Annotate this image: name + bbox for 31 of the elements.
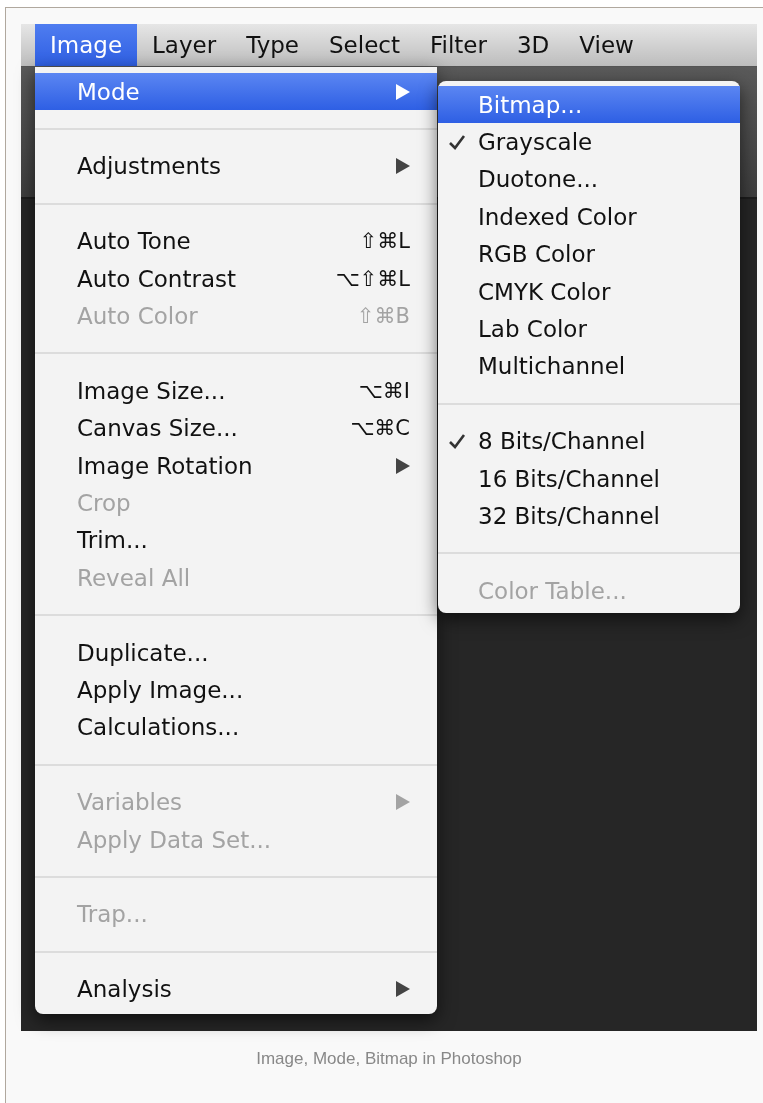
menu-item[interactable]: Indexed Color (438, 198, 740, 236)
menu-bar-item[interactable]: Select (314, 24, 415, 66)
menu-item[interactable]: Image Size... ⌥⌘I (35, 372, 437, 410)
menu-bar-item[interactable]: View (564, 24, 649, 66)
menu-item[interactable]: Duplicate... (35, 633, 437, 672)
menu-item[interactable]: Analysis (35, 970, 437, 1008)
menu-item[interactable]: Grayscale (438, 123, 740, 161)
menu-item[interactable]: Duotone... (438, 160, 740, 199)
menu-item[interactable]: RGB Color (438, 235, 740, 273)
menu-bar-item[interactable]: Image (35, 24, 138, 66)
menu-bar-item[interactable]: Type (231, 24, 314, 66)
menu-item[interactable]: Apply Image... (35, 671, 437, 709)
menu-bar-item[interactable]: Filter (415, 24, 502, 66)
menu-item[interactable]: Mode (35, 73, 437, 111)
menu-item[interactable]: Canvas Size... ⌥⌘C (35, 409, 437, 447)
menu-item[interactable]: Auto Tone ⇧⌘L (35, 222, 437, 260)
menu-item[interactable]: 8 Bits/Channel (438, 422, 740, 460)
menu-item[interactable]: Lab Color (438, 310, 740, 348)
menu-item[interactable]: Adjustments (35, 147, 437, 186)
menu-item[interactable]: 16 Bits/Channel (438, 459, 740, 498)
menu-item[interactable]: Image Rotation (35, 446, 437, 485)
menu-bar-item[interactable]: Layer (137, 24, 232, 66)
menu-item[interactable]: Multichannel (438, 347, 740, 386)
caption: Image, Mode, Bitmap in Photoshop (255, 1049, 523, 1069)
menu-item[interactable]: 32 Bits/Channel (438, 497, 740, 535)
menu-bar-item[interactable]: 3D (501, 24, 565, 66)
menu-item[interactable]: Trim... (35, 521, 437, 560)
menu-item[interactable]: Auto Contrast ⌥⇧⌘L (35, 259, 437, 298)
menu-item[interactable]: Bitmap... (438, 86, 740, 124)
menu-item[interactable]: CMYK Color (438, 272, 740, 311)
menu-item[interactable]: Calculations... (35, 708, 437, 747)
